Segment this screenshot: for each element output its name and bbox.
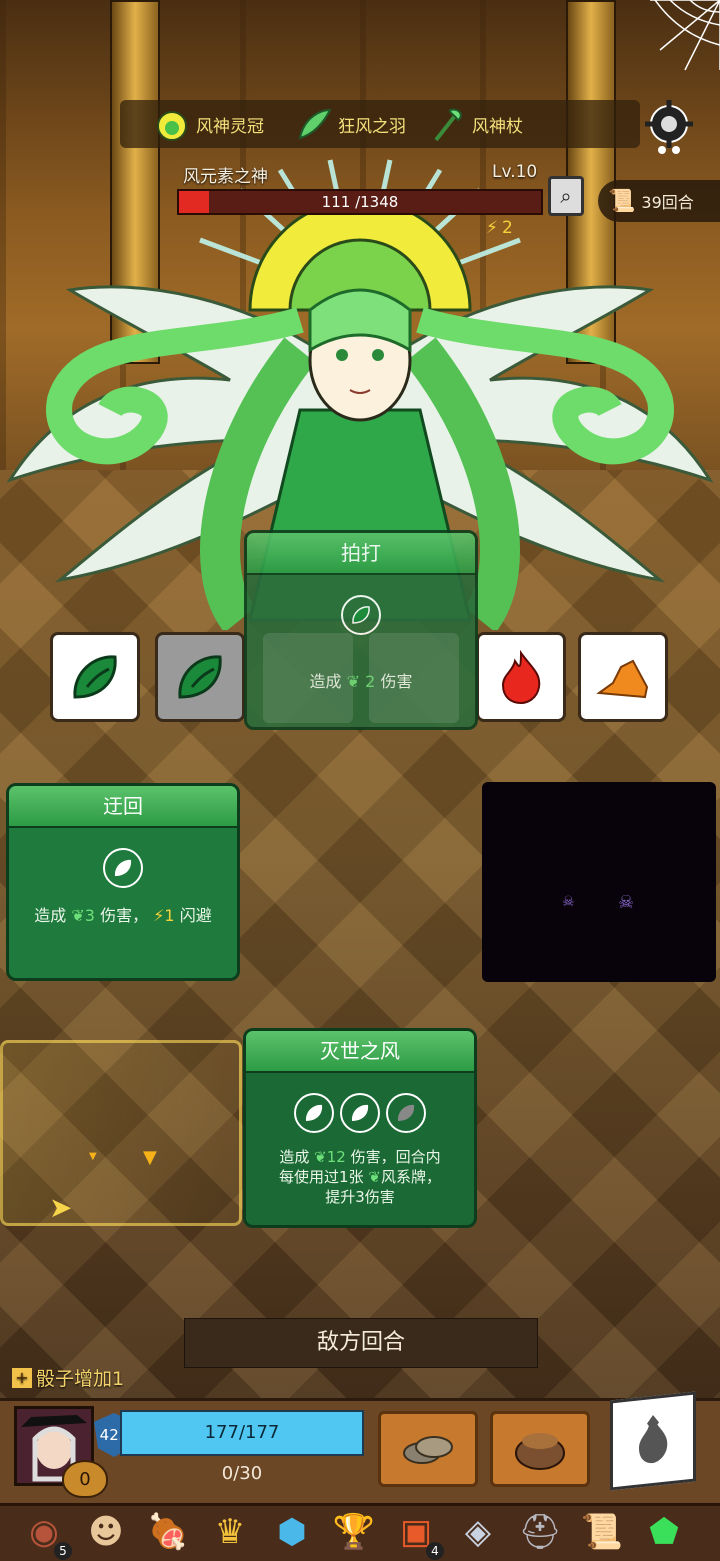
dice-add-notice: + 骰子增加1 bbox=[12, 1364, 124, 1391]
shield-gem-icon[interactable]: ⬢ bbox=[266, 1506, 318, 1558]
relic-count-badge: 4 bbox=[426, 1542, 444, 1560]
cursor-arrow-icon: ➤ bbox=[49, 1191, 73, 1224]
spark-icon: ▼ bbox=[89, 1151, 97, 1162]
card-pat[interactable]: 拍打 造成 ❦ 2 伤害 bbox=[244, 530, 478, 730]
settings-gear-icon[interactable] bbox=[640, 98, 698, 156]
player-hp-text: 177/177 bbox=[120, 1410, 364, 1456]
button-icon[interactable]: ◉ 5 bbox=[18, 1506, 72, 1560]
wind-icon: ❦ bbox=[368, 1168, 381, 1186]
wind-icon: ❦ bbox=[346, 672, 361, 691]
wind-leaf-icon bbox=[178, 655, 222, 699]
fire-icon bbox=[501, 649, 541, 705]
drop-target-slot[interactable]: ➤ ▼ ▼ bbox=[0, 1040, 242, 1226]
scroll-icon: 📜 bbox=[608, 188, 636, 214]
enemy-shadow-slot[interactable]: ☠ ☠ bbox=[482, 782, 716, 982]
skull-icon: ☠ bbox=[562, 894, 575, 910]
relic-label: 风神灵冠 bbox=[196, 116, 264, 137]
spark-icon: ▼ bbox=[143, 1147, 157, 1168]
boss-level: Lv.10 bbox=[492, 162, 538, 182]
feather-icon bbox=[298, 108, 332, 140]
card-cost bbox=[246, 1093, 474, 1133]
wind-cost-icon bbox=[103, 848, 143, 888]
gold-bag: 0 bbox=[62, 1460, 108, 1498]
inspect-icon[interactable]: ⌕ bbox=[548, 176, 584, 216]
card-title: 拍打 bbox=[247, 533, 475, 575]
wind-cost-icon bbox=[341, 595, 381, 635]
staff-icon bbox=[434, 108, 462, 142]
die-wind[interactable] bbox=[50, 632, 140, 722]
chest-icon[interactable]: ▣ 4 bbox=[390, 1506, 444, 1560]
dice-face-icon bbox=[639, 1415, 668, 1464]
wind-leaf-icon bbox=[73, 655, 117, 699]
plus-icon: + bbox=[12, 1367, 32, 1388]
card-title: 灭世之风 bbox=[246, 1031, 474, 1073]
earth-rock-icon bbox=[596, 659, 649, 699]
wind-cost-icon bbox=[294, 1093, 334, 1133]
intent-value: 2 bbox=[501, 218, 513, 238]
relic-wind-crown[interactable]: 风神灵冠 bbox=[152, 104, 264, 144]
goblet-icon[interactable]: 🏆 bbox=[328, 1506, 380, 1558]
card-yuhui[interactable]: 迂回 造成 ❦3 伤害， ⚡1 闪避 bbox=[6, 783, 240, 981]
lightning-icon: ⚡ bbox=[486, 218, 498, 238]
boss-hp-text: 111 /1348 bbox=[321, 193, 399, 211]
card-cost bbox=[247, 595, 475, 635]
card-desc: 造成 ❦ 2 伤害 bbox=[309, 672, 413, 691]
helmet-icon[interactable]: ⛑ bbox=[514, 1506, 566, 1558]
relic-label: 狂风之羽 bbox=[338, 116, 406, 137]
crown-icon[interactable]: ♛ bbox=[204, 1506, 256, 1558]
skull-icon: ☠ bbox=[618, 892, 635, 913]
coins-icon bbox=[403, 1436, 453, 1464]
roll-die-button[interactable] bbox=[610, 1391, 696, 1491]
die-earth[interactable] bbox=[578, 632, 668, 722]
card-desc: 造成 ❦12 伤害，回合内 每使用过1张 ❦风系牌， 提升3伤害 bbox=[279, 1148, 441, 1206]
wind-cost-icon bbox=[340, 1093, 380, 1133]
enemy-turn-banner: 敌方回合 bbox=[184, 1318, 538, 1368]
wind-icon: ❦ bbox=[71, 906, 85, 925]
card-cost bbox=[9, 848, 237, 888]
wind-cost-icon bbox=[386, 1093, 426, 1133]
player-exp-text: 0/30 bbox=[221, 1463, 263, 1484]
cookie-pot-icon bbox=[515, 1433, 565, 1470]
card-desc: 造成 ❦3 伤害， ⚡1 闪避 bbox=[34, 906, 212, 925]
mask-icon[interactable]: ☻ bbox=[80, 1506, 132, 1558]
relic-wind-staff[interactable]: 风神杖 bbox=[428, 104, 523, 144]
boss-intent[interactable]: ⚡ 2 bbox=[486, 218, 513, 238]
die-wind-selected[interactable] bbox=[155, 632, 245, 722]
relic-gale-feather[interactable]: 狂风之羽 bbox=[294, 104, 406, 144]
item-slot-coins[interactable] bbox=[378, 1411, 478, 1487]
round-text: 39回合 bbox=[641, 193, 694, 212]
cobweb-icon bbox=[650, 0, 720, 71]
round-counter: 📜 39回合 bbox=[598, 180, 720, 222]
wind-icon: ❦ bbox=[314, 1148, 327, 1166]
card-mieshi[interactable]: 灭世之风 造成 ❦12 伤害，回合内 每使用过1张 ❦风系牌， 提升3伤害 bbox=[243, 1028, 477, 1228]
emerald-icon[interactable]: ⬟ bbox=[638, 1506, 690, 1558]
relic-label: 风神杖 bbox=[472, 116, 523, 137]
scroll-icon[interactable]: 📜 bbox=[576, 1506, 628, 1558]
lightning-icon: ⚡ bbox=[153, 906, 165, 925]
meat-icon[interactable]: 🍖 bbox=[142, 1506, 194, 1558]
crown-icon bbox=[157, 111, 187, 141]
die-fire[interactable] bbox=[476, 632, 566, 722]
boss-name: 风元素之神 bbox=[183, 167, 268, 187]
relic-count-badge: 5 bbox=[54, 1542, 72, 1560]
item-slot-pot[interactable] bbox=[490, 1411, 590, 1487]
card-title: 迂回 bbox=[9, 786, 237, 828]
cube-icon[interactable]: ◈ bbox=[452, 1506, 504, 1558]
